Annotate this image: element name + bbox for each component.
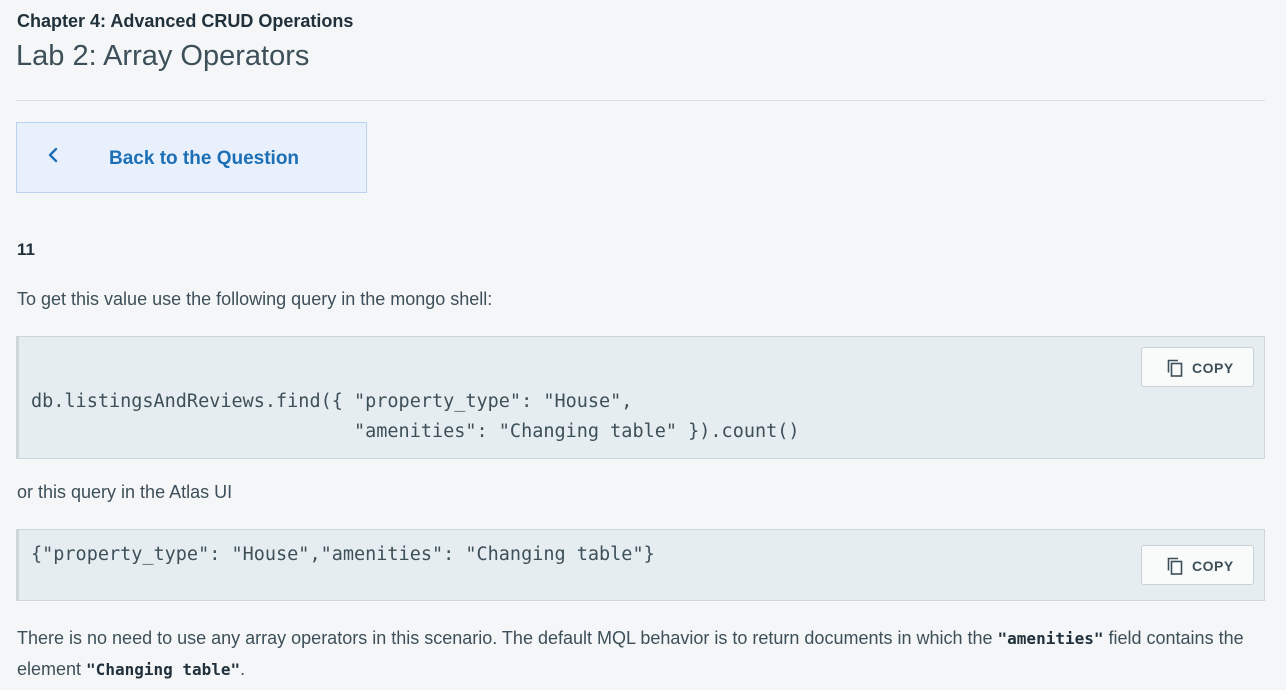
inline-code-amenities: "amenities" xyxy=(997,629,1104,648)
copy-atlas-query-button[interactable]: COPY xyxy=(1141,545,1254,585)
explanation-part: . xyxy=(240,659,246,679)
chevron-left-icon xyxy=(48,147,58,163)
copy-icon xyxy=(1167,557,1183,575)
atlas-query-block: {"property_type": "House","amenities": "… xyxy=(16,529,1265,601)
copy-shell-query-button[interactable]: COPY xyxy=(1141,347,1254,387)
intro-text: To get this value use the following quer… xyxy=(17,289,493,309)
back-to-question-button[interactable]: Back to the Question xyxy=(16,122,367,193)
answer-value: 11 xyxy=(17,240,35,259)
copy-icon xyxy=(1167,359,1183,377)
copy-label: COPY xyxy=(1192,558,1234,574)
chapter-title: Chapter 4: Advanced CRUD Operations xyxy=(17,11,354,31)
code-line: db.listingsAndReviews.find({ "property_t… xyxy=(31,391,633,412)
back-button-label: Back to the Question xyxy=(109,148,300,169)
explanation-text: There is no need to use any array operat… xyxy=(17,623,1267,685)
shell-query-block: db.listingsAndReviews.find({ "property_t… xyxy=(16,336,1265,459)
code-line: {"property_type": "House","amenities": "… xyxy=(31,544,655,565)
divider xyxy=(16,100,1265,101)
code-line: "amenities": "Changing table" }).count() xyxy=(31,421,800,442)
atlas-text: or this query in the Atlas UI xyxy=(17,482,233,502)
explanation-part: There is no need to use any array operat… xyxy=(17,628,998,648)
copy-label: COPY xyxy=(1192,360,1234,376)
page-title: Lab 2: Array Operators xyxy=(16,40,310,72)
inline-code-changing-table: "Changing table" xyxy=(86,660,241,679)
